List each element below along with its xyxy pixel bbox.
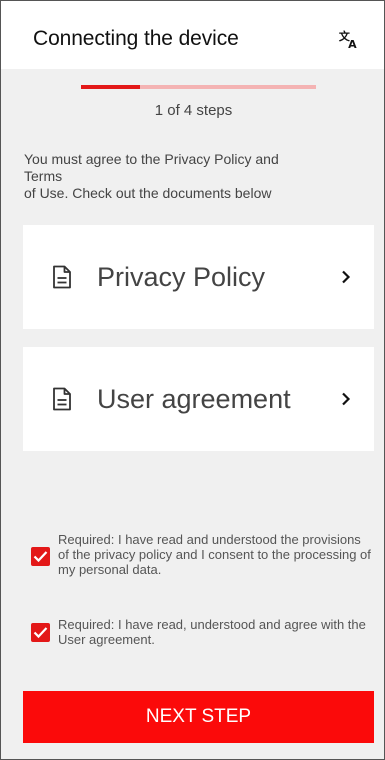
app-header: Connecting the device 文 A — [1, 1, 384, 69]
step-counter: 1 of 4 steps — [154, 102, 233, 119]
notice-line: Terms — [24, 168, 63, 184]
next-step-button[interactable]: NEXT STEP — [23, 691, 374, 743]
document-icon — [53, 265, 71, 289]
step-progress-fill — [81, 85, 140, 89]
user-agreement-consent-checkbox[interactable] — [31, 623, 50, 642]
checkmark-icon — [33, 627, 48, 639]
notice-line: You must agree to the Privacy Policy and — [24, 151, 279, 167]
privacy-consent-text: Required: I have read and understood the… — [58, 532, 371, 577]
chevron-right-icon — [342, 392, 351, 406]
page-title: Connecting the device — [33, 27, 239, 50]
privacy-policy-card[interactable]: Privacy Policy — [23, 225, 374, 329]
user-agreement-consent-text: Required: I have read, understood and ag… — [58, 617, 366, 647]
chevron-right-icon — [342, 270, 351, 284]
notice-line: of Use. Check out the documents below — [24, 185, 272, 201]
screen: Connecting the device 文 A 1 of 4 steps Y… — [0, 0, 385, 760]
user-agreement-label: User agreement — [97, 384, 291, 414]
checkmark-icon — [33, 551, 48, 563]
privacy-policy-label: Privacy Policy — [97, 262, 266, 292]
privacy-consent-checkbox[interactable] — [31, 547, 50, 566]
svg-text:A: A — [348, 38, 357, 50]
agreement-notice: You must agree to the Privacy Policy and… — [24, 151, 354, 202]
user-agreement-card[interactable]: User agreement — [23, 347, 374, 451]
document-icon — [53, 387, 71, 411]
translate-icon[interactable]: 文 A — [338, 28, 360, 50]
step-progress-bar — [81, 85, 316, 89]
